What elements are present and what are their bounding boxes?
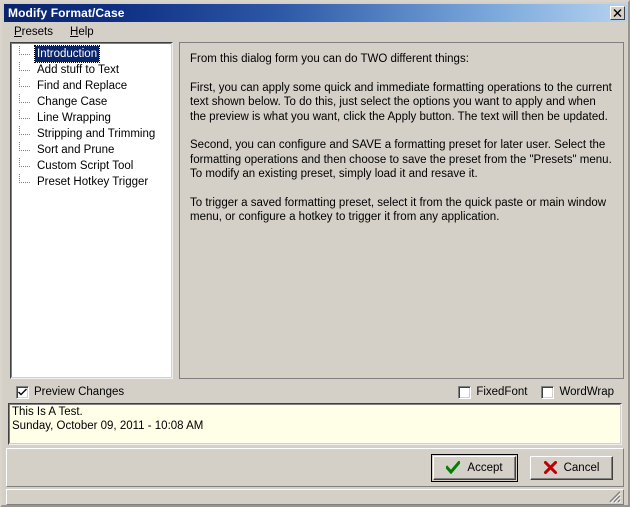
menu-help-label-rest: elp (78, 25, 94, 38)
menu-help[interactable]: Help (63, 25, 101, 39)
tree-item-introduction[interactable]: Introduction (11, 45, 172, 63)
tree-connector-icon (19, 46, 31, 55)
tree-item-label: Introduction (33, 45, 101, 63)
menu-presets-label-rest: resets (21, 25, 53, 38)
tree-item-label: Stripping and Trimming (37, 128, 156, 140)
preview-text-area[interactable]: This Is A Test. Sunday, October 09, 2011… (8, 403, 622, 445)
tree-item-label: Preset Hotkey Trigger (37, 176, 149, 188)
button-bar: Accept Cancel (6, 448, 624, 487)
window-title: Modify Format/Case (8, 6, 125, 20)
accept-button-label: Accept (467, 461, 503, 474)
tree-item-label: Find and Replace (37, 80, 128, 92)
checkbox-box (541, 385, 555, 399)
preview-line-2: Sunday, October 09, 2011 - 10:08 AM (12, 419, 204, 432)
tree-item-label: Line Wrapping (37, 112, 111, 124)
description-paragraph-2: First, you can apply some quick and imme… (190, 81, 612, 123)
modify-format-case-dialog: Modify Format/Case Presets Help Introduc… (0, 0, 630, 507)
description-paragraph-3: Second, you can configure and SAVE a for… (190, 139, 612, 180)
tree-connector-icon (19, 78, 31, 87)
fixed-font-checkbox[interactable]: FixedFont (458, 385, 528, 399)
close-icon (613, 9, 622, 17)
cancel-button-label: Cancel (563, 461, 600, 474)
menu-presets[interactable]: Presets (7, 25, 60, 39)
fixed-font-label: FixedFont (476, 386, 528, 398)
description-paragraph-1: From this dialog form you can do TWO dif… (190, 53, 469, 65)
x-icon (543, 461, 557, 474)
tree-item-stripping-and-trimming[interactable]: Stripping and Trimming (11, 126, 172, 142)
tree-item-add-stuff-to-text[interactable]: Add stuff to Text (11, 62, 172, 78)
word-wrap-checkbox[interactable]: WordWrap (541, 385, 614, 399)
description-paragraph-4: To trigger a saved formatting preset, se… (190, 196, 607, 224)
tree-connector-icon (19, 174, 31, 183)
preview-line-1: This Is A Test. (12, 406, 83, 418)
tree-connector-icon (19, 142, 31, 151)
close-button[interactable] (610, 6, 625, 20)
tree-item-line-wrapping[interactable]: Line Wrapping (11, 110, 172, 126)
tree-item-change-case[interactable]: Change Case (11, 94, 172, 110)
tree-item-preset-hotkey-trigger[interactable]: Preset Hotkey Trigger (11, 174, 172, 190)
description-panel: From this dialog form you can do TWO dif… (179, 42, 624, 379)
word-wrap-label: WordWrap (559, 386, 614, 398)
tree-item-label: Sort and Prune (37, 144, 115, 156)
cancel-button[interactable]: Cancel (530, 455, 613, 480)
category-tree[interactable]: Introduction Add stuff to Text Find and … (10, 42, 173, 379)
preview-changes-checkbox[interactable]: Preview Changes (16, 385, 125, 399)
tree-connector-icon (19, 62, 31, 71)
tree-item-label: Custom Script Tool (37, 160, 134, 172)
tree-connector-icon (19, 126, 31, 135)
tree-item-label: Change Case (37, 96, 108, 108)
tree-item-label: Add stuff to Text (37, 64, 120, 76)
tree-item-custom-script-tool[interactable]: Custom Script Tool (11, 158, 172, 174)
tree-connector-icon (19, 158, 31, 167)
options-row: Preview Changes FixedFont WordWrap (2, 383, 628, 401)
tree-connector-icon (19, 94, 31, 103)
checkbox-box (16, 385, 29, 399)
title-bar: Modify Format/Case (4, 4, 628, 22)
accept-button[interactable]: Accept (431, 453, 518, 482)
preview-changes-label: Preview Changes (34, 386, 125, 398)
check-icon (446, 461, 461, 474)
resize-grip-icon[interactable] (608, 490, 621, 503)
menu-bar: Presets Help (4, 23, 628, 40)
tree-item-sort-and-prune[interactable]: Sort and Prune (11, 142, 172, 158)
tree-item-find-and-replace[interactable]: Find and Replace (11, 78, 172, 94)
checkbox-box (458, 385, 472, 399)
checkmark-icon (18, 388, 27, 395)
status-bar (6, 489, 624, 505)
tree-connector-icon (19, 110, 31, 119)
